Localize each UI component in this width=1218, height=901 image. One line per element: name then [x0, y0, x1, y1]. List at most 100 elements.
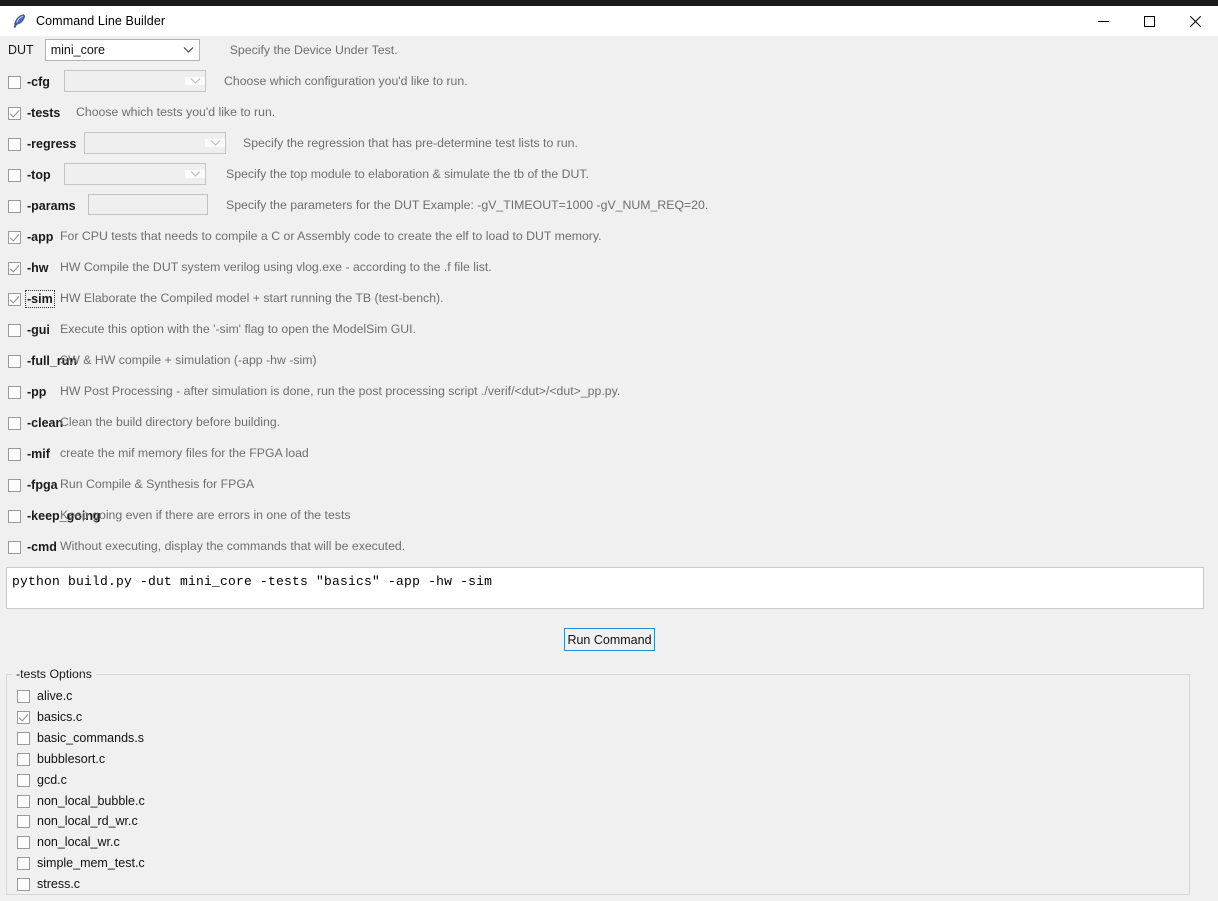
- option-description-tests: Choose which tests you'd like to run.: [76, 105, 276, 119]
- option-label-top: -top: [27, 168, 51, 182]
- option-label-sim: -sim: [25, 290, 55, 308]
- maximize-button[interactable]: [1126, 6, 1172, 36]
- test-option-row: bubblesort.c: [17, 750, 105, 768]
- option-row-cmd: -cmd: [8, 536, 57, 558]
- option-label-tests: -tests: [27, 106, 61, 120]
- option-description-app: For CPU tests that needs to compile a C …: [60, 229, 602, 243]
- combobox-regress[interactable]: [84, 132, 226, 154]
- test-option-row: simple_mem_test.c: [17, 854, 145, 872]
- option-row-tests: -tests: [8, 102, 60, 124]
- dut-combobox-value: mini_core: [50, 43, 105, 57]
- app-window: Command Line Builder DUT mini_core Speci…: [0, 0, 1218, 901]
- option-description-params: Specify the parameters for the DUT Examp…: [226, 198, 709, 212]
- checkbox-gui[interactable]: [8, 323, 21, 337]
- run-command-label: Run Command: [567, 632, 652, 647]
- option-row-mif: -mif: [8, 443, 50, 465]
- option-row-top: -top: [8, 164, 51, 186]
- chevron-down-icon: [185, 77, 205, 85]
- test-option-row: gcd.c: [17, 771, 67, 789]
- test-checkbox[interactable]: [17, 856, 30, 870]
- option-description-mif: create the mif memory files for the FPGA…: [60, 446, 309, 460]
- test-option-row: non_local_rd_wr.c: [17, 812, 138, 830]
- dut-row: DUT mini_core Specify the Device Under T…: [8, 39, 398, 61]
- option-description-pp: HW Post Processing - after simulation is…: [60, 384, 621, 398]
- test-checkbox[interactable]: [17, 689, 30, 703]
- checkbox-sim[interactable]: [8, 292, 21, 306]
- title-bar: Command Line Builder: [0, 6, 1218, 36]
- checkbox-cmd[interactable]: [8, 540, 21, 554]
- dut-description: Specify the Device Under Test.: [229, 43, 398, 57]
- option-description-cmd: Without executing, display the commands …: [60, 539, 406, 553]
- option-description-regress: Specify the regression that has pre-dete…: [243, 136, 578, 150]
- test-option-label: non_local_bubble.c: [37, 794, 145, 808]
- checkbox-full_run[interactable]: [8, 354, 21, 368]
- test-option-label: non_local_wr.c: [37, 835, 120, 849]
- option-row-sim: -sim: [8, 288, 55, 310]
- feather-icon: [10, 12, 28, 30]
- option-row-params: -params: [8, 195, 76, 217]
- test-checkbox[interactable]: [17, 752, 30, 766]
- option-description-clean: Clean the build directory before buildin…: [60, 415, 281, 429]
- test-checkbox[interactable]: [17, 835, 30, 849]
- option-description-gui: Execute this option with the '-sim' flag…: [60, 322, 417, 336]
- test-checkbox[interactable]: [17, 731, 30, 745]
- combobox-cfg[interactable]: [64, 70, 206, 92]
- test-option-label: bubblesort.c: [37, 752, 106, 766]
- option-description-top: Specify the top module to elaboration & …: [226, 167, 589, 181]
- test-checkbox[interactable]: [17, 814, 30, 828]
- checkbox-clean[interactable]: [8, 416, 21, 430]
- option-label-hw: -hw: [27, 261, 49, 275]
- test-option-label: gcd.c: [37, 773, 67, 787]
- option-label-app: -app: [27, 230, 54, 244]
- checkbox-fpga[interactable]: [8, 478, 21, 492]
- checkbox-tests[interactable]: [8, 106, 21, 120]
- test-option-label: basic_commands.s: [37, 731, 144, 745]
- option-row-gui: -gui: [8, 319, 50, 341]
- window-title: Command Line Builder: [36, 14, 166, 28]
- chevron-down-icon: [179, 46, 199, 54]
- checkbox-app[interactable]: [8, 230, 21, 244]
- option-row-regress: -regress: [8, 133, 76, 155]
- test-option-row: stress.c: [17, 875, 80, 893]
- checkbox-cfg[interactable]: [8, 75, 21, 89]
- option-description-fpga: Run Compile & Synthesis for FPGA: [60, 477, 255, 491]
- test-checkbox[interactable]: [17, 773, 30, 787]
- checkbox-hw[interactable]: [8, 261, 21, 275]
- test-checkbox[interactable]: [17, 794, 30, 808]
- option-label-cfg: -cfg: [27, 75, 50, 89]
- checkbox-top[interactable]: [8, 168, 21, 182]
- close-button[interactable]: [1172, 6, 1218, 36]
- checkbox-pp[interactable]: [8, 385, 21, 399]
- option-row-fpga: -fpga: [8, 474, 58, 496]
- option-row-cfg: -cfg: [8, 71, 50, 93]
- option-description-sim: HW Elaborate the Compiled model + start …: [60, 291, 444, 305]
- minimize-button[interactable]: [1080, 6, 1126, 36]
- tests-options-group: [6, 674, 1190, 895]
- option-label-mif: -mif: [27, 447, 50, 461]
- test-option-label: simple_mem_test.c: [37, 856, 145, 870]
- tests-options-group-title: -tests Options: [12, 667, 96, 681]
- test-checkbox[interactable]: [17, 710, 30, 724]
- checkbox-keep_going[interactable]: [8, 509, 21, 523]
- checkbox-mif[interactable]: [8, 447, 21, 461]
- command-output-box[interactable]: python build.py -dut mini_core -tests "b…: [6, 567, 1204, 609]
- option-description-cfg: Choose which configuration you'd like to…: [224, 74, 468, 88]
- command-text: python build.py -dut mini_core -tests "b…: [12, 574, 493, 589]
- checkbox-regress[interactable]: [8, 137, 21, 151]
- option-row-pp: -pp: [8, 381, 46, 403]
- checkbox-params[interactable]: [8, 199, 21, 213]
- run-command-button[interactable]: Run Command: [564, 628, 655, 651]
- option-row-hw: -hw: [8, 257, 49, 279]
- test-option-label: stress.c: [37, 877, 81, 891]
- test-option-row: non_local_wr.c: [17, 833, 120, 851]
- dut-combobox[interactable]: mini_core: [44, 39, 200, 61]
- option-label-regress: -regress: [27, 137, 77, 151]
- option-label-params: -params: [27, 199, 76, 213]
- dut-label: DUT: [8, 43, 34, 57]
- option-label-pp: -pp: [27, 385, 47, 399]
- test-checkbox[interactable]: [17, 877, 30, 891]
- entry-params[interactable]: [88, 194, 208, 215]
- test-option-label: non_local_rd_wr.c: [37, 814, 138, 828]
- option-description-hw: HW Compile the DUT system verilog using …: [60, 260, 492, 274]
- combobox-top[interactable]: [64, 163, 206, 185]
